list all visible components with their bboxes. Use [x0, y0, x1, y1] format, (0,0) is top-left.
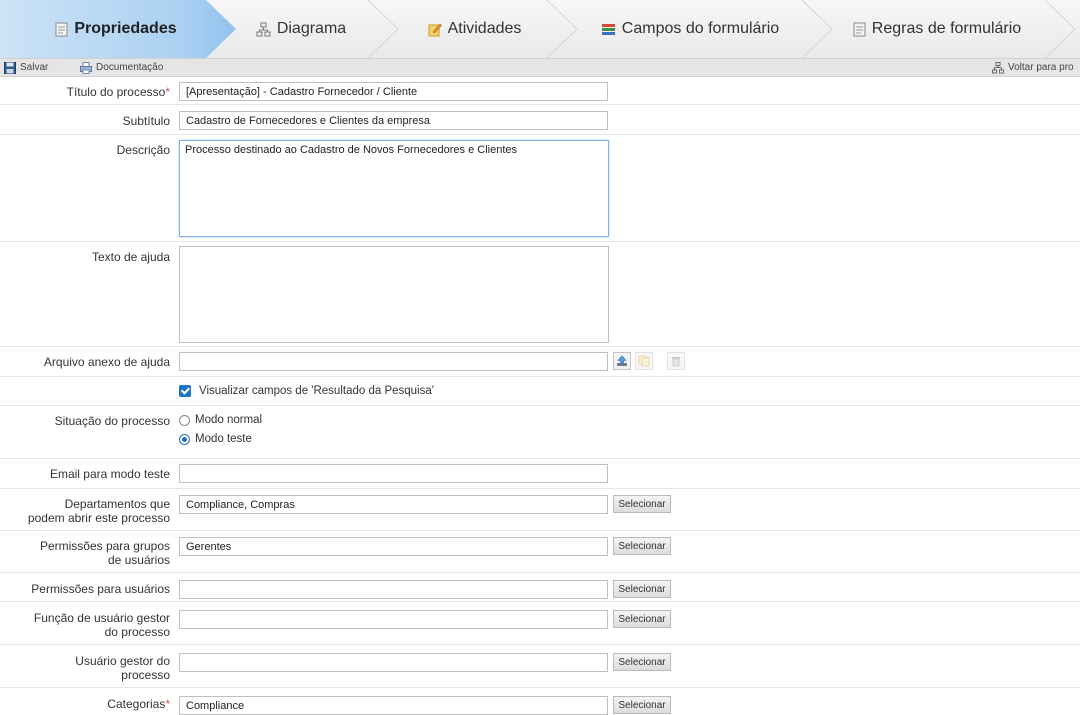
help-text-textarea[interactable]	[179, 246, 609, 343]
departments-input[interactable]: Compliance, Compras	[179, 495, 608, 514]
group-permissions-label: Permissões para grupos de usuários	[39, 539, 170, 567]
categories-label: Categorias*	[107, 697, 170, 711]
tab-atividades[interactable]: Atividades	[404, 0, 544, 58]
delete-button[interactable]	[667, 352, 685, 370]
back-label: Voltar para pro	[1008, 62, 1074, 73]
tab-separator	[1044, 0, 1076, 58]
save-label: Salvar	[20, 62, 49, 73]
subtitle-input[interactable]: Cadastro de Fornecedores e Clientes da e…	[179, 111, 608, 130]
tab-diagrama[interactable]: Diagrama	[236, 0, 366, 58]
manager-user-select-button[interactable]: Selecionar	[613, 653, 671, 671]
copy-button[interactable]	[635, 352, 653, 370]
mode-test-radio[interactable]	[179, 433, 190, 445]
test-email-label: Email para modo teste	[49, 467, 170, 481]
mode-normal-option[interactable]: Modo normal	[179, 414, 262, 426]
departments-label: Departamentos que podem abrir este proces…	[27, 497, 170, 525]
manager-role-select-button[interactable]: Selecionar	[613, 610, 671, 628]
activities-icon	[428, 23, 442, 36]
documentation-button[interactable]: Documentação	[80, 60, 163, 75]
tab-label: Campos do formulário	[621, 20, 780, 37]
mode-normal-label: Modo normal	[195, 414, 263, 426]
document-icon	[55, 22, 68, 36]
diagram-icon	[256, 22, 271, 36]
search-results-checkbox[interactable]	[179, 385, 191, 397]
description-label: Descrição	[116, 143, 170, 157]
form-row-manager-role: Função de usuário gestor do processo Sele…	[0, 602, 1080, 645]
tab-separator	[546, 0, 578, 58]
form-row-description: Descrição Processo destinado ao Cadastro…	[0, 135, 1080, 242]
form-fields-icon	[601, 23, 615, 35]
attachment-label: Arquivo anexo de ajuda	[43, 355, 170, 369]
categories-select-button[interactable]: Selecionar	[613, 696, 671, 714]
diagram-icon	[992, 61, 1004, 73]
search-results-label: Visualizar campos de 'Resultado da Pesqu…	[199, 385, 434, 397]
form-row-group-permissions: Permissões para grupos de usuários Gerent…	[0, 531, 1080, 573]
tab-propriedades[interactable]: Propriedades	[46, 0, 186, 58]
mode-test-option[interactable]: Modo teste	[179, 433, 252, 445]
form-row-status: Situação do processo Modo normal Modo te…	[0, 406, 1080, 459]
departments-select-button[interactable]: Selecionar	[613, 495, 671, 513]
tab-campos-formulario[interactable]: Campos do formulário	[585, 0, 795, 58]
search-results-checkbox-line[interactable]: Visualizar campos de 'Resultado da Pesqu…	[179, 385, 434, 397]
test-email-input[interactable]	[179, 464, 608, 483]
form-row-search-results: Visualizar campos de 'Resultado da Pesqu…	[0, 377, 1080, 406]
form-row-subtitle: Subtítulo Cadastro de Fornecedores e Cli…	[0, 105, 1080, 135]
floppy-disk-icon	[4, 61, 16, 74]
form-row-departments: Departamentos que podem abrir este proces…	[0, 489, 1080, 531]
process-tabs: Propriedades Diagrama Atividades Campos …	[0, 0, 1080, 58]
help-text-label: Texto de ajuda	[91, 250, 170, 264]
user-permissions-label: Permissões para usuários	[31, 582, 170, 596]
rules-icon	[853, 22, 866, 36]
user-permissions-select-button[interactable]: Selecionar	[613, 580, 671, 598]
tab-label: Diagrama	[276, 20, 347, 37]
trash-icon	[672, 357, 680, 367]
form-row-attachment: Arquivo anexo de ajuda	[0, 347, 1080, 377]
tab-label: Propriedades	[74, 20, 177, 37]
mode-test-label: Modo teste	[195, 433, 252, 445]
tab-separator	[801, 0, 833, 58]
tab-label: Atividades	[447, 20, 522, 37]
toolbar: Salvar Documentação Voltar para pro	[0, 58, 1080, 77]
title-label: Título do processo*	[66, 85, 170, 99]
manager-role-label: Função de usuário gestor do processo	[33, 611, 170, 639]
manager-user-label: Usuário gestor do processo	[75, 654, 170, 682]
form-row-user-permissions: Permissões para usuários Selecionar	[0, 573, 1080, 602]
back-button[interactable]: Voltar para pro	[992, 60, 1074, 75]
documentation-label: Documentação	[96, 62, 164, 73]
printer-icon	[80, 61, 92, 74]
upload-button[interactable]	[613, 352, 631, 370]
tab-label: Regras de formulário	[871, 20, 1022, 37]
status-label: Situação do processo	[54, 414, 170, 428]
manager-user-input[interactable]	[179, 653, 608, 672]
mode-normal-radio[interactable]	[179, 414, 190, 426]
attachment-input[interactable]	[179, 352, 608, 371]
form-row-categories: Categorias* Compliance Selecionar	[0, 688, 1080, 715]
tab-regras-formulario[interactable]: Regras de formulário	[842, 0, 1032, 58]
upload-icon	[617, 355, 627, 366]
form-row-help-text: Texto de ajuda	[0, 242, 1080, 347]
subtitle-label: Subtítulo	[122, 114, 170, 128]
form-row-title: Título do processo* [Apresentação] - Cad…	[0, 77, 1080, 105]
form-row-test-email: Email para modo teste	[0, 459, 1080, 489]
categories-input[interactable]: Compliance	[179, 696, 608, 715]
description-textarea[interactable]: Processo destinado ao Cadastro de Novos …	[179, 140, 609, 237]
form-row-manager-user: Usuário gestor do processo Selecionar	[0, 645, 1080, 688]
copy-icon	[638, 355, 650, 367]
group-permissions-input[interactable]: Gerentes	[179, 537, 608, 556]
save-button[interactable]: Salvar	[4, 60, 48, 75]
tab-separator	[367, 0, 399, 58]
manager-role-input[interactable]	[179, 610, 608, 629]
group-permissions-select-button[interactable]: Selecionar	[613, 537, 671, 555]
user-permissions-input[interactable]	[179, 580, 608, 599]
title-input[interactable]: [Apresentação] - Cadastro Fornecedor / C…	[179, 82, 608, 101]
